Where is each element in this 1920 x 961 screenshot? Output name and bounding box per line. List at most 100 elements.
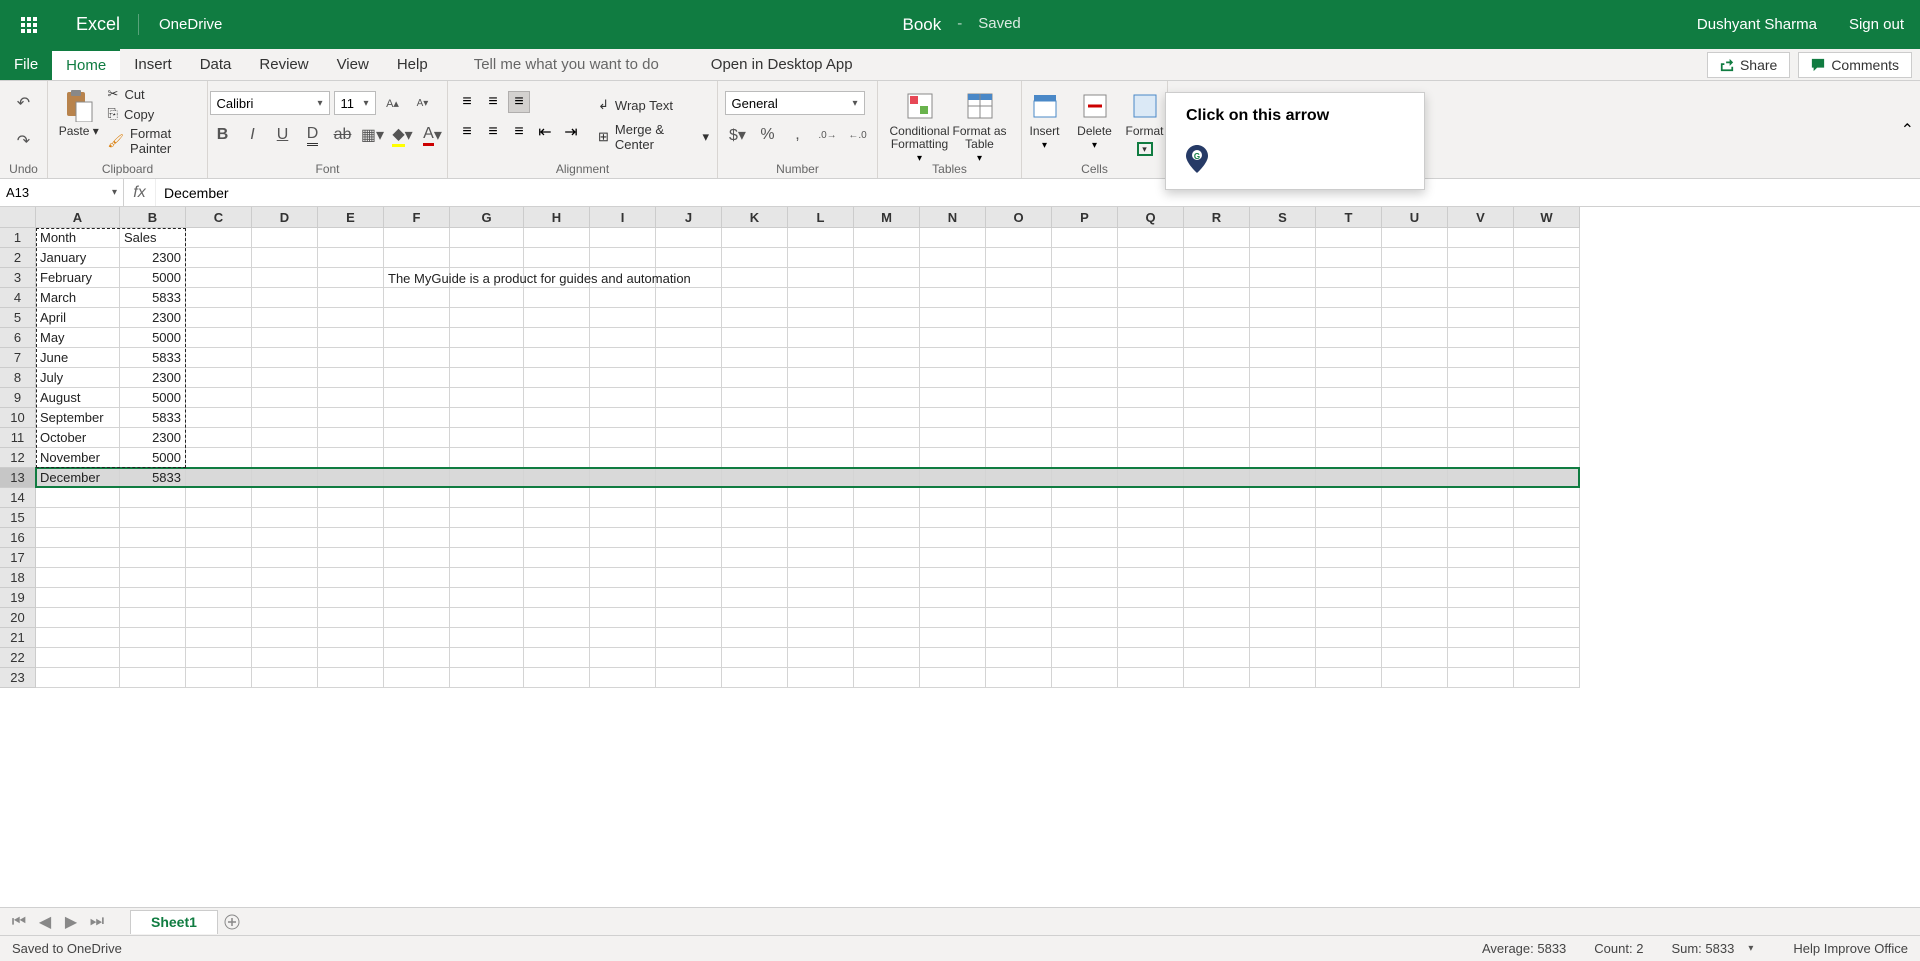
- number-format-selector[interactable]: General▾: [725, 91, 865, 115]
- row-header-21[interactable]: 21: [0, 628, 36, 648]
- cell-H18[interactable]: [524, 568, 590, 588]
- cut-button[interactable]: ✂ Cut: [108, 85, 199, 103]
- cell-T12[interactable]: [1316, 448, 1382, 468]
- cell-V2[interactable]: [1448, 248, 1514, 268]
- cell-B7[interactable]: 5833: [120, 348, 186, 368]
- cell-Q8[interactable]: [1118, 368, 1184, 388]
- cell-L3[interactable]: [788, 268, 854, 288]
- cell-A13[interactable]: December: [36, 468, 120, 488]
- cell-L20[interactable]: [788, 608, 854, 628]
- cell-E3[interactable]: [318, 268, 384, 288]
- cell-R14[interactable]: [1184, 488, 1250, 508]
- cell-T10[interactable]: [1316, 408, 1382, 428]
- column-header-W[interactable]: W: [1514, 207, 1580, 228]
- cell-N8[interactable]: [920, 368, 986, 388]
- cell-C16[interactable]: [186, 528, 252, 548]
- row-header-15[interactable]: 15: [0, 508, 36, 528]
- cell-U5[interactable]: [1382, 308, 1448, 328]
- cell-G16[interactable]: [450, 528, 524, 548]
- cell-F13[interactable]: [384, 468, 450, 488]
- cell-Q2[interactable]: [1118, 248, 1184, 268]
- cell-E21[interactable]: [318, 628, 384, 648]
- cell-F16[interactable]: [384, 528, 450, 548]
- cell-Q18[interactable]: [1118, 568, 1184, 588]
- cell-A20[interactable]: [36, 608, 120, 628]
- cell-G11[interactable]: [450, 428, 524, 448]
- cell-D15[interactable]: [252, 508, 318, 528]
- row-header-18[interactable]: 18: [0, 568, 36, 588]
- cell-W14[interactable]: [1514, 488, 1580, 508]
- column-header-P[interactable]: P: [1052, 207, 1118, 228]
- cell-P13[interactable]: [1052, 468, 1118, 488]
- cell-A9[interactable]: August: [36, 388, 120, 408]
- cell-R16[interactable]: [1184, 528, 1250, 548]
- cell-N16[interactable]: [920, 528, 986, 548]
- cell-U9[interactable]: [1382, 388, 1448, 408]
- comma-button[interactable]: ,: [785, 123, 811, 147]
- cell-K23[interactable]: [722, 668, 788, 688]
- format-cells-button[interactable]: Format ▾: [1123, 85, 1167, 156]
- cell-E18[interactable]: [318, 568, 384, 588]
- cell-S3[interactable]: [1250, 268, 1316, 288]
- format-painter-button[interactable]: 🖌 Format Painter: [108, 125, 199, 157]
- cell-U4[interactable]: [1382, 288, 1448, 308]
- cell-R3[interactable]: [1184, 268, 1250, 288]
- cell-P20[interactable]: [1052, 608, 1118, 628]
- cell-N13[interactable]: [920, 468, 986, 488]
- cell-K17[interactable]: [722, 548, 788, 568]
- cell-U20[interactable]: [1382, 608, 1448, 628]
- cell-Q14[interactable]: [1118, 488, 1184, 508]
- cell-V3[interactable]: [1448, 268, 1514, 288]
- cell-C17[interactable]: [186, 548, 252, 568]
- cell-E4[interactable]: [318, 288, 384, 308]
- cell-G4[interactable]: [450, 288, 524, 308]
- cell-V18[interactable]: [1448, 568, 1514, 588]
- increase-decimal-button[interactable]: .0→: [815, 123, 841, 147]
- cell-V23[interactable]: [1448, 668, 1514, 688]
- cell-T19[interactable]: [1316, 588, 1382, 608]
- cell-F11[interactable]: [384, 428, 450, 448]
- cell-O6[interactable]: [986, 328, 1052, 348]
- cell-V9[interactable]: [1448, 388, 1514, 408]
- cell-I17[interactable]: [590, 548, 656, 568]
- cell-N5[interactable]: [920, 308, 986, 328]
- cell-F8[interactable]: [384, 368, 450, 388]
- cell-B20[interactable]: [120, 608, 186, 628]
- cell-H11[interactable]: [524, 428, 590, 448]
- cell-W20[interactable]: [1514, 608, 1580, 628]
- cell-B9[interactable]: 5000: [120, 388, 186, 408]
- row-header-3[interactable]: 3: [0, 268, 36, 288]
- row-header-2[interactable]: 2: [0, 248, 36, 268]
- cell-P2[interactable]: [1052, 248, 1118, 268]
- cell-L15[interactable]: [788, 508, 854, 528]
- cell-B3[interactable]: 5000: [120, 268, 186, 288]
- top-align-button[interactable]: ≡: [456, 91, 478, 113]
- cell-F2[interactable]: [384, 248, 450, 268]
- cell-S14[interactable]: [1250, 488, 1316, 508]
- cell-P14[interactable]: [1052, 488, 1118, 508]
- cell-M10[interactable]: [854, 408, 920, 428]
- cell-U10[interactable]: [1382, 408, 1448, 428]
- cell-C11[interactable]: [186, 428, 252, 448]
- cell-V4[interactable]: [1448, 288, 1514, 308]
- cell-H23[interactable]: [524, 668, 590, 688]
- cell-I5[interactable]: [590, 308, 656, 328]
- row-header-22[interactable]: 22: [0, 648, 36, 668]
- cell-W9[interactable]: [1514, 388, 1580, 408]
- cell-C3[interactable]: [186, 268, 252, 288]
- cell-B16[interactable]: [120, 528, 186, 548]
- cell-P1[interactable]: [1052, 228, 1118, 248]
- cell-P9[interactable]: [1052, 388, 1118, 408]
- cell-D8[interactable]: [252, 368, 318, 388]
- cell-P7[interactable]: [1052, 348, 1118, 368]
- cell-Q9[interactable]: [1118, 388, 1184, 408]
- cell-E9[interactable]: [318, 388, 384, 408]
- cell-U7[interactable]: [1382, 348, 1448, 368]
- grow-font-button[interactable]: A▴: [380, 91, 406, 115]
- cell-O3[interactable]: [986, 268, 1052, 288]
- tab-review[interactable]: Review: [245, 49, 322, 80]
- cell-T14[interactable]: [1316, 488, 1382, 508]
- cell-D1[interactable]: [252, 228, 318, 248]
- cell-J22[interactable]: [656, 648, 722, 668]
- cell-J16[interactable]: [656, 528, 722, 548]
